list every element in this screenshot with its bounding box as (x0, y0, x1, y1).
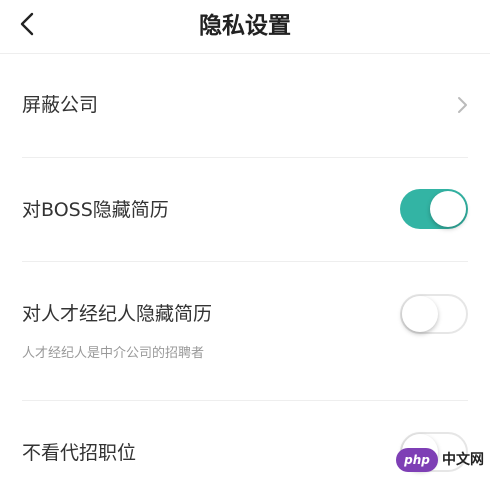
watermark: php 中文网 (396, 448, 484, 472)
hide-from-agents-toggle[interactable] (400, 294, 468, 334)
php-logo: php (396, 448, 438, 472)
hide-from-agents-description: 人才经纪人是中介公司的招聘者 (22, 346, 205, 361)
hide-from-agents-label: 对人才经纪人隐藏简历 (22, 303, 213, 325)
nav-bar: 隐私设置 (0, 0, 490, 54)
hide-from-boss-toggle[interactable] (400, 189, 468, 229)
toggle-knob (430, 191, 466, 227)
hide-proxy-jobs-label: 不看代招职位 (22, 442, 137, 464)
privacy-settings-screen: 隐私设置 屏蔽公司 对BOSS隐藏简历 对人才经纪人隐藏简历 人才经纪人是中介公… (0, 0, 490, 478)
page-title: 隐私设置 (199, 13, 291, 39)
hide-from-boss-row: 对BOSS隐藏简历 (0, 158, 490, 262)
block-companies-row[interactable]: 屏蔽公司 (0, 54, 490, 158)
hide-from-agents-row: 对人才经纪人隐藏简历 人才经纪人是中介公司的招聘者 (0, 262, 490, 401)
chevron-right-icon (456, 94, 470, 116)
toggle-knob (402, 296, 438, 332)
block-companies-label: 屏蔽公司 (22, 94, 99, 116)
watermark-text: 中文网 (442, 452, 484, 468)
hide-from-boss-label: 对BOSS隐藏简历 (22, 199, 169, 221)
